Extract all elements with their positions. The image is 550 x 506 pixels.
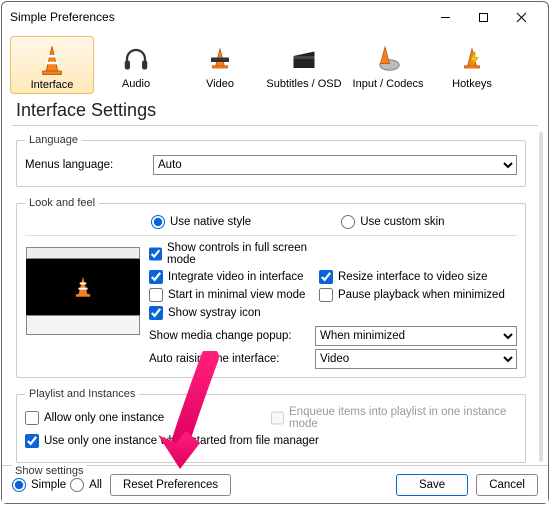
tab-label: Interface	[31, 79, 74, 91]
start-minimal-check[interactable]: Start in minimal view mode	[149, 288, 319, 302]
resize-to-video-check[interactable]: Resize interface to video size	[319, 270, 517, 284]
custom-skin-radio[interactable]: Use custom skin	[341, 215, 444, 229]
group-language: Language Menus language: Auto	[16, 134, 526, 187]
auto-raise-label: Auto raising the interface:	[149, 353, 309, 365]
auto-raise-select[interactable]: Video	[315, 349, 517, 369]
tab-label: Audio	[122, 78, 150, 90]
tab-hotkeys[interactable]: Hotkeys	[430, 36, 514, 94]
titlebar: Simple Preferences	[2, 2, 548, 32]
group-look-and-feel: Look and feel Use native style Use custo…	[16, 197, 526, 378]
clapper-icon	[289, 40, 319, 78]
tab-codecs[interactable]: Input / Codecs	[346, 36, 430, 94]
save-button[interactable]: Save	[396, 474, 468, 496]
group-playlist: Playlist and Instances Allow only one in…	[16, 388, 526, 463]
one-instance-file-manager-check[interactable]: Use only one instance when started from …	[25, 434, 517, 448]
allow-one-instance-check[interactable]: Allow only one instance	[25, 406, 271, 430]
systray-icon-check[interactable]: Show systray icon	[149, 306, 319, 320]
show-settings-group: Show settings Simple All	[12, 478, 102, 492]
group-legend: Look and feel	[25, 197, 99, 209]
cone-disc-icon	[373, 40, 403, 78]
pause-when-minimized-check[interactable]: Pause playback when minimized	[319, 288, 517, 302]
scrollbar[interactable]	[539, 132, 543, 462]
cancel-button[interactable]: Cancel	[476, 474, 538, 496]
tab-label: Video	[206, 78, 234, 90]
cone-film-icon	[205, 40, 235, 78]
minimize-button[interactable]	[426, 3, 464, 31]
settings-panel: Language Menus language: Auto Look and f…	[2, 126, 548, 465]
page-heading: Interface Settings	[2, 94, 548, 125]
preview-thumbnail	[25, 246, 141, 338]
preferences-window: Simple Preferences Interface Audio Video	[1, 1, 549, 504]
category-tabs: Interface Audio Video Subtitles / OSD In…	[2, 32, 548, 94]
reset-preferences-button[interactable]: Reset Preferences	[110, 474, 231, 496]
tab-subtitles[interactable]: Subtitles / OSD	[262, 36, 346, 94]
show-settings-label: Show settings	[12, 465, 86, 477]
all-radio[interactable]: All	[70, 478, 102, 492]
close-button[interactable]	[502, 3, 540, 31]
show-controls-fullscreen-check[interactable]: Show controls in full screen mode	[149, 242, 319, 266]
group-legend: Language	[25, 134, 82, 146]
maximize-button[interactable]	[464, 3, 502, 31]
enqueue-one-instance-check[interactable]: Enqueue items into playlist in one insta…	[271, 406, 517, 430]
tab-label: Input / Codecs	[353, 78, 424, 90]
tab-audio[interactable]: Audio	[94, 36, 178, 94]
footer-bar: Show settings Simple All Reset Preferenc…	[2, 465, 548, 503]
simple-radio[interactable]: Simple	[12, 478, 66, 492]
window-title: Simple Preferences	[10, 10, 426, 24]
cone-icon	[35, 41, 69, 79]
tab-video[interactable]: Video	[178, 36, 262, 94]
tab-label: Hotkeys	[452, 78, 492, 90]
tab-label: Subtitles / OSD	[266, 78, 341, 90]
cone-bolt-icon	[457, 40, 487, 78]
menus-language-label: Menus language:	[25, 159, 147, 171]
group-legend: Playlist and Instances	[25, 388, 139, 400]
media-change-select[interactable]: When minimized	[315, 326, 517, 346]
integrate-video-check[interactable]: Integrate video in interface	[149, 270, 319, 284]
headphones-icon	[121, 40, 151, 78]
tab-interface[interactable]: Interface	[10, 36, 94, 94]
media-change-label: Show media change popup:	[149, 330, 309, 342]
menus-language-select[interactable]: Auto	[153, 155, 517, 175]
native-style-radio[interactable]: Use native style	[151, 215, 251, 229]
